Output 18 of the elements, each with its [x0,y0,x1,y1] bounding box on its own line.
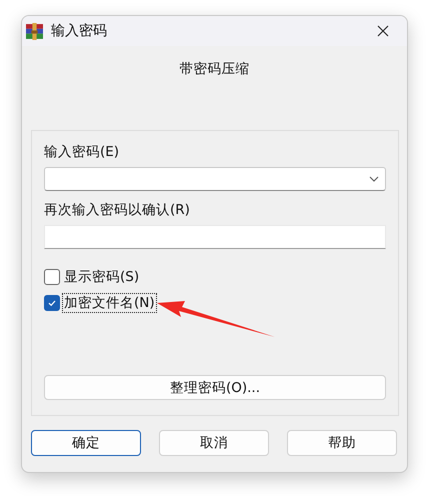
password-input-field[interactable] [44,225,386,249]
checkbox-label[interactable]: 加密文件名(N) [62,293,157,313]
dialog-button[interactable]: 取消 [159,430,269,456]
field-label: 输入密码(E) [44,143,120,161]
window-title: 输入密码 [51,22,108,40]
dialog-button[interactable]: 确定 [31,430,141,456]
archive-books-icon [25,22,44,40]
checkbox[interactable] [44,295,60,311]
dialog-heading: 带密码压缩 [178,60,250,79]
checkmark-icon [47,298,57,308]
password-combo-field[interactable] [44,167,386,191]
checkbox[interactable] [44,269,60,285]
field-label: 再次输入密码以确认(R) [44,201,191,219]
caret-icon[interactable] [369,176,379,182]
dialog-button[interactable]: 帮助 [287,430,397,456]
checkbox-label[interactable]: 显示密码(S) [62,267,142,287]
close-icon[interactable] [377,25,389,37]
organize-passwords-button[interactable]: 整理密码(O)... [44,375,386,400]
